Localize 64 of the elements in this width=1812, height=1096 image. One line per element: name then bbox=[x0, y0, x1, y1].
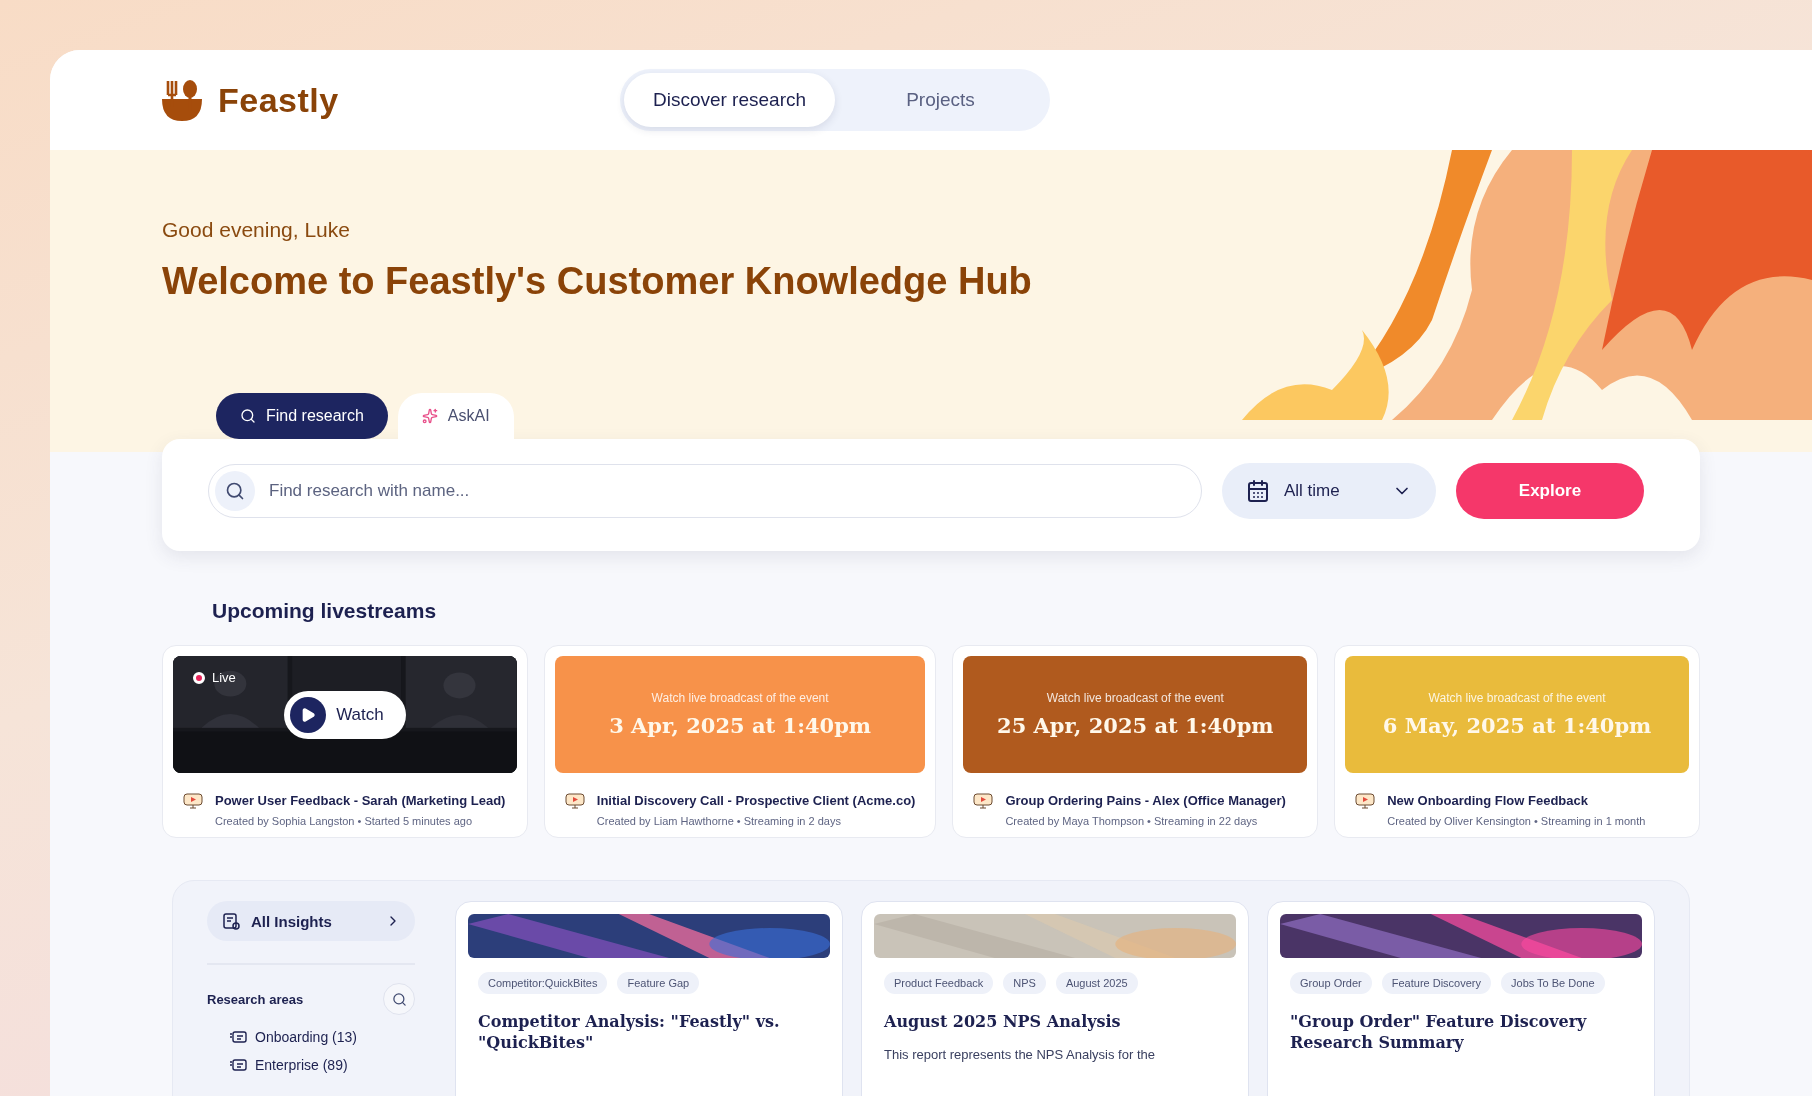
tv-icon bbox=[1355, 791, 1376, 809]
search-icon bbox=[391, 991, 407, 1007]
tag: Feature Gap bbox=[617, 972, 700, 994]
watch-button[interactable]: Watch bbox=[284, 690, 406, 739]
report-card[interactable]: Group Order Feature Discovery Jobs To Be Done "Group Order" Feature Discovery Research Summary bbox=[1267, 901, 1655, 1096]
tag-list-icon bbox=[229, 1030, 247, 1044]
broadcast-caption: Watch live broadcast of the event bbox=[651, 691, 829, 705]
broadcast-date: 3 Apr, 2025 at 1:40pm bbox=[609, 713, 872, 738]
brand-name: Feastly bbox=[218, 80, 339, 120]
all-insights-button[interactable]: All Insights bbox=[207, 901, 415, 941]
logo-icon bbox=[160, 79, 204, 121]
livestream-title: Group Ordering Pains - Alex (Office Manager) bbox=[1005, 792, 1287, 808]
search-mode-tab[interactable]: AskAI bbox=[397, 393, 514, 439]
research-area-item[interactable]: Enterprise (89) bbox=[207, 1051, 348, 1079]
research-areas-label: Research areas bbox=[207, 991, 304, 1007]
date-filter-dropdown[interactable]: All time bbox=[1222, 463, 1436, 519]
livestream-card[interactable]: Live Watch Power User Feedback - Sarah (Marketing Lead) Created by Sophia Langston • Started 5 minutes ago bbox=[162, 645, 528, 838]
tag: August 2025 bbox=[1055, 972, 1138, 994]
report-description: This report represents the NPS Analysis for the bbox=[884, 1046, 1156, 1062]
explore-button[interactable]: Explore bbox=[1456, 463, 1644, 519]
broadcast-caption: Watch live broadcast of the event bbox=[1046, 691, 1224, 705]
search-icon bbox=[215, 471, 255, 511]
report-card[interactable]: Competitor:QuickBites Feature Gap Competitor Analysis: "Feastly" vs. "QuickBites" bbox=[455, 901, 843, 1096]
tag: NPS bbox=[1003, 972, 1046, 994]
tv-icon bbox=[973, 791, 994, 809]
tv-icon bbox=[564, 791, 585, 809]
livestream-meta: Created by Oliver Kensington • Streaming in 1 month bbox=[1387, 815, 1647, 827]
tag: Feature Discovery bbox=[1381, 972, 1491, 994]
section-heading: Upcoming livestreams bbox=[212, 599, 438, 623]
play-icon bbox=[290, 696, 327, 733]
livestream-title: Power User Feedback - Sarah (Marketing Lead) bbox=[215, 792, 507, 808]
sparkle-icon bbox=[421, 408, 438, 424]
livestream-title: New Onboarding Flow Feedback bbox=[1387, 792, 1589, 808]
hero-title: Welcome to Feastly's Customer Knowledge Hub bbox=[162, 260, 1033, 303]
livestream-card[interactable]: Watch live broadcast of the event 25 Apr, 2025 at 1:40pm Group Ordering Pains - Alex (Office Manager) Created by Maya Thompson • Streaming in 22 days bbox=[952, 645, 1319, 838]
nav-tab[interactable]: Projects bbox=[835, 73, 1046, 127]
tag: Competitor:QuickBites bbox=[478, 972, 608, 994]
livestream-meta: Created by Sophia Langston • Started 5 minutes ago bbox=[215, 815, 474, 827]
broadcast-date: 25 Apr, 2025 at 1:40pm bbox=[997, 713, 1274, 738]
livestream-meta: Created by Maya Thompson • Streaming in 22 days bbox=[1005, 815, 1259, 827]
livestream-title: Initial Discovery Call - Prospective Client (Acme.co) bbox=[596, 792, 916, 808]
report-card[interactable]: Product Feedback NPS August 2025 August 2025 NPS Analysis This report represents the NPS Analysis for the bbox=[861, 901, 1249, 1096]
livestream-card[interactable]: Watch live broadcast of the event 3 Apr, 2025 at 1:40pm Initial Discovery Call - Prospective Client (Acme.co) Created by Liam Hawthorne • Streaming in 2 days bbox=[543, 645, 937, 838]
greeting: Good evening, Luke bbox=[162, 218, 351, 242]
tag: Group Order bbox=[1290, 972, 1372, 994]
broadcast-caption: Watch live broadcast of the event bbox=[1428, 691, 1606, 705]
report-title: August 2025 NPS Analysis bbox=[884, 1012, 1122, 1033]
calendar-icon bbox=[1246, 479, 1270, 503]
search-icon bbox=[240, 408, 256, 424]
broadcast-date: 6 May, 2025 at 1:40pm bbox=[1382, 713, 1652, 738]
livestream-meta: Created by Liam Hawthorne • Streaming in 2 days bbox=[596, 815, 842, 827]
tag-list-icon bbox=[229, 1058, 247, 1072]
report-title: "Group Order" Feature Discovery Research Summary bbox=[1290, 1012, 1588, 1054]
report-title: Competitor Analysis: "Feastly" vs. "QuickBites" bbox=[478, 1012, 781, 1054]
nav-tab[interactable]: Discover research bbox=[624, 73, 835, 127]
livestream-card[interactable]: Watch live broadcast of the event 6 May, 2025 at 1:40pm New Onboarding Flow Feedback Created by Oliver Kensington • Streaming in 1 month bbox=[1334, 645, 1700, 838]
research-area-item[interactable]: Onboarding (13) bbox=[207, 1023, 357, 1051]
live-label: Live bbox=[212, 670, 236, 685]
tag: Product Feedback bbox=[884, 972, 994, 994]
insights-icon bbox=[221, 911, 241, 931]
search-mode-tab[interactable]: Find research bbox=[216, 393, 388, 439]
tag: Jobs To Be Done bbox=[1501, 972, 1605, 994]
tv-icon bbox=[183, 791, 203, 809]
search-button[interactable] bbox=[383, 983, 415, 1015]
